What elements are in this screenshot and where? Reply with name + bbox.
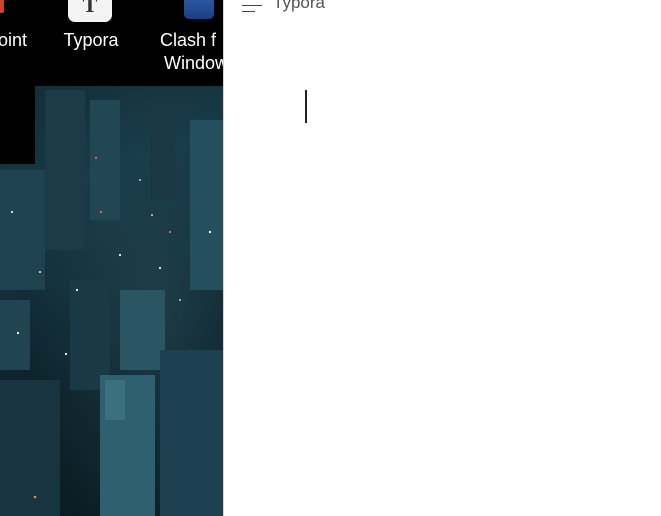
document-editor[interactable]: [224, 40, 661, 516]
desktop-black-block: [0, 86, 35, 164]
text-caret: [305, 90, 307, 123]
desktop-icon-clash[interactable]: Clash f Window: [160, 0, 223, 75]
desktop-icon-point[interactable]: oint: [0, 0, 32, 52]
clash-app-icon: [184, 0, 214, 19]
desktop-icon-label: oint: [0, 30, 28, 50]
typora-app-icon: T: [68, 0, 112, 22]
desktop-icon-typora[interactable]: T Typora: [56, 0, 126, 52]
desktop-icon-label: Typora: [63, 30, 119, 50]
titlebar: Typora: [224, 0, 661, 16]
app-icon: [0, 0, 4, 13]
hamburger-menu-icon[interactable]: [242, 0, 264, 14]
window-title: Typora: [273, 0, 325, 12]
typora-window: Typora: [223, 0, 661, 516]
desktop-icon-label-line2: Window: [164, 53, 223, 73]
desktop-wallpaper: oint T Typora Clash f Window: [0, 0, 223, 516]
screen: oint T Typora Clash f Window Typora: [0, 0, 661, 516]
desktop-icon-label-line1: Clash f: [160, 30, 217, 50]
